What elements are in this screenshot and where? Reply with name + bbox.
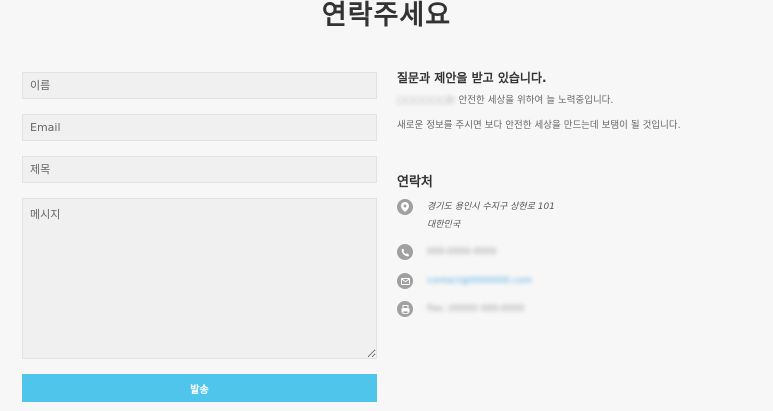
subject-input[interactable]	[22, 156, 377, 183]
fax-icon	[397, 301, 413, 317]
contact-title: 연락처	[397, 175, 433, 190]
email-input[interactable]	[22, 114, 377, 141]
contact-address: 경기도 용인시 수지구 상현로 101 대한민국	[397, 199, 555, 234]
page-title: 연락주세요	[321, 0, 452, 31]
name-input[interactable]	[22, 72, 377, 99]
info-line-1: ○○○○○○는 안전한 세상을 위하여 늘 노력중입니다.	[397, 94, 613, 107]
phone-number: 000-0000-0000	[427, 247, 497, 257]
contact-fax: Fax: (0000) 000-0000	[397, 301, 524, 318]
contact-form: 발송	[22, 72, 377, 402]
info-title: 질문과 제안을 받고 있습니다.	[397, 71, 547, 85]
phone-icon	[397, 244, 413, 260]
mail-icon	[397, 273, 413, 289]
submit-button[interactable]: 발송	[22, 374, 377, 402]
info-section: 질문과 제안을 받고 있습니다. ○○○○○○는 안전한 세상을 위하여 늘 노…	[397, 71, 757, 131]
map-pin-icon	[397, 199, 413, 215]
contact-phone: 000-0000-0000	[397, 244, 496, 261]
info-line-2: 새로운 정보를 주시면 보다 안전한 세상을 만드는데 보탬이 될 것입니다.	[397, 120, 681, 131]
email-link[interactable]: contact@0000000.com	[427, 276, 532, 286]
contact-email: contact@0000000.com	[397, 273, 532, 290]
info-line-1-text: 안전한 세상을 위하여 늘 노력중입니다.	[455, 95, 614, 106]
address-line-1: 경기도 용인시 수지구 상현로 101	[427, 202, 555, 212]
redacted-org-name: ○○○○○○는	[397, 95, 456, 106]
message-textarea[interactable]	[22, 198, 377, 359]
fax-number: Fax: (0000) 000-0000	[427, 304, 525, 314]
address-line-2: 대한민국	[427, 220, 461, 230]
